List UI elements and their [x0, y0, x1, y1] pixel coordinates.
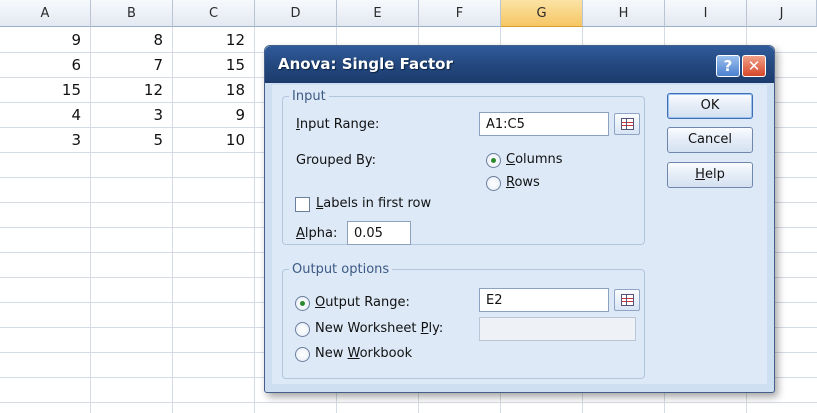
labels-checkbox-label[interactable]: Labels in first row	[316, 196, 431, 211]
alpha-label: Alpha:	[296, 226, 338, 241]
ok-button[interactable]: OK	[667, 93, 753, 119]
grid-line	[254, 27, 255, 413]
anova-dialog: Anova: Single Factor ? ✕ Input Input Ran…	[264, 45, 775, 393]
cell-b2[interactable]: 7	[91, 53, 172, 78]
cell-a5[interactable]: 3	[0, 128, 90, 153]
cell-c4[interactable]: 9	[173, 103, 254, 128]
cell-a1[interactable]: 9	[0, 28, 90, 53]
cancel-button[interactable]: Cancel	[667, 127, 753, 153]
alpha-field[interactable]	[347, 221, 411, 245]
new-worksheet-ply-radio[interactable]	[295, 322, 310, 337]
cell-c2[interactable]: 15	[173, 53, 254, 78]
dialog-body: Input Input Range: Grouped By: Columns R…	[272, 85, 767, 384]
close-icon[interactable]: ✕	[742, 55, 766, 77]
cell-c3[interactable]: 18	[173, 78, 254, 103]
range-selector-icon[interactable]	[614, 113, 640, 135]
cell-b5[interactable]: 5	[91, 128, 172, 153]
cell-b1[interactable]: 8	[91, 28, 172, 53]
column-header-e[interactable]: E	[337, 0, 419, 27]
columns-radio-label[interactable]: Columns	[506, 152, 563, 167]
output-range-field[interactable]	[479, 288, 609, 312]
column-header-i[interactable]: I	[665, 0, 747, 27]
grouped-by-label: Grouped By:	[296, 153, 377, 168]
column-header-g[interactable]: G	[501, 0, 583, 27]
column-header-j[interactable]: J	[747, 0, 817, 27]
range-selector-icon[interactable]	[614, 289, 640, 311]
cell-b3[interactable]: 12	[91, 78, 172, 103]
help-button[interactable]: Help	[667, 162, 753, 188]
column-header-d[interactable]: D	[255, 0, 337, 27]
columns-radio[interactable]	[486, 153, 501, 168]
cell-a2[interactable]: 6	[0, 53, 90, 78]
cell-c5[interactable]: 10	[173, 128, 254, 153]
output-range-label[interactable]: Output Range:	[315, 295, 410, 310]
rows-radio[interactable]	[486, 176, 501, 191]
output-range-radio[interactable]	[295, 296, 310, 311]
new-workbook-radio[interactable]	[295, 347, 310, 362]
new-workbook-label[interactable]: New Workbook	[315, 346, 412, 361]
rows-radio-label[interactable]: Rows	[506, 175, 540, 190]
labels-checkbox[interactable]	[295, 197, 310, 212]
cell-b4[interactable]: 3	[91, 103, 172, 128]
input-range-field[interactable]	[479, 112, 609, 136]
new-worksheet-ply-label[interactable]: New Worksheet Ply:	[315, 321, 443, 336]
column-header-b[interactable]: B	[91, 0, 173, 27]
cell-c1[interactable]: 12	[173, 28, 254, 53]
column-header-f[interactable]: F	[419, 0, 501, 27]
input-group-legend: Input	[292, 89, 326, 104]
grid-line	[0, 402, 817, 403]
input-range-label: Input Range:	[296, 117, 380, 132]
column-header-c[interactable]: C	[173, 0, 255, 27]
column-header-h[interactable]: H	[583, 0, 665, 27]
column-header-a[interactable]: A	[0, 0, 91, 27]
cell-a3[interactable]: 15	[0, 78, 90, 103]
cell-a4[interactable]: 4	[0, 103, 90, 128]
new-worksheet-ply-field[interactable]	[479, 317, 636, 341]
output-options-legend: Output options	[292, 262, 390, 277]
dialog-titlebar[interactable]: Anova: Single Factor ? ✕	[265, 46, 774, 83]
dialog-title: Anova: Single Factor	[278, 55, 453, 73]
help-question-icon[interactable]: ?	[716, 55, 740, 77]
